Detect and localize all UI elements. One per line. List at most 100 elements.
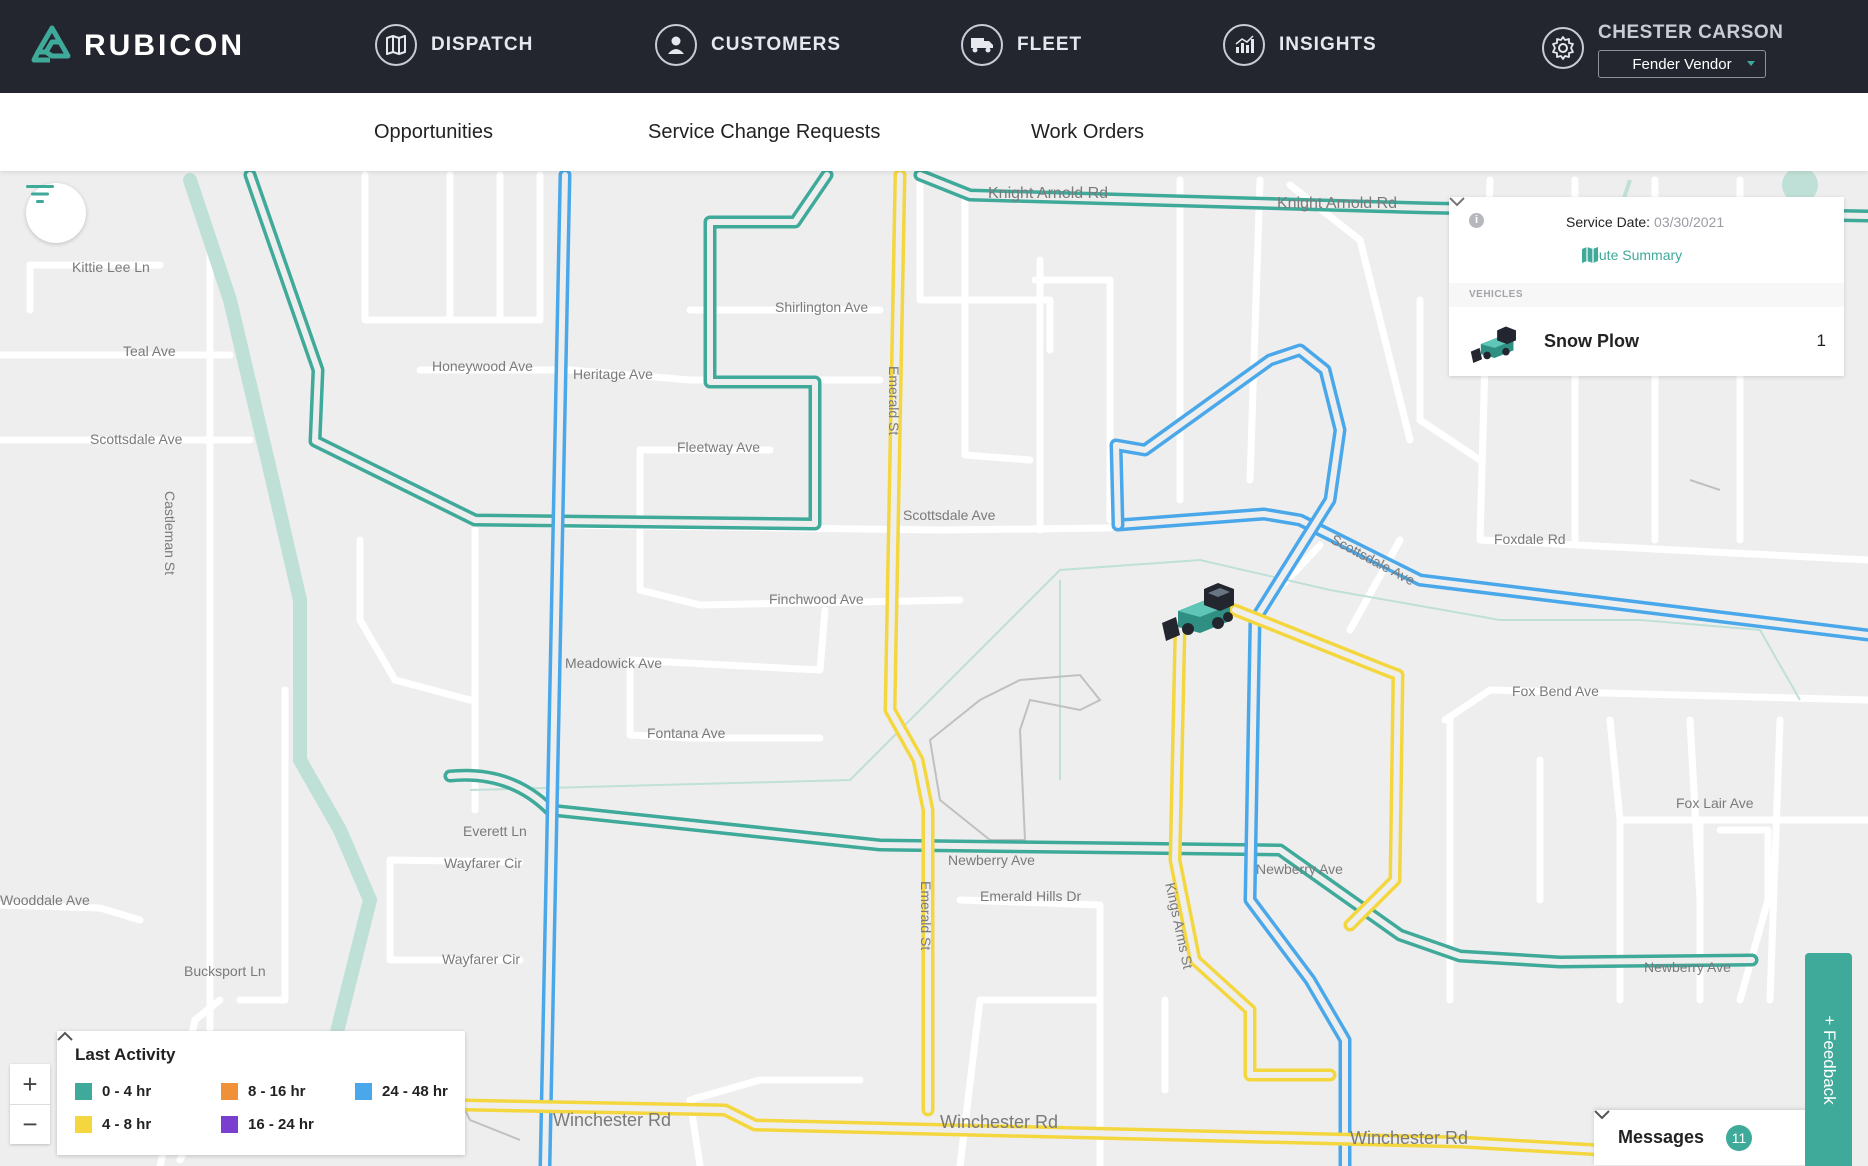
street-label: Emerald St (918, 881, 934, 951)
street-label: Emerald Hills Dr (980, 888, 1082, 904)
chevron-up-icon[interactable] (57, 1031, 73, 1041)
street-label: Newberry Ave (948, 852, 1035, 868)
user-icon (655, 24, 697, 66)
service-date-label: Service Date: (1566, 214, 1651, 230)
street-label: Fontana Ave (647, 725, 726, 741)
legend-label: 16 - 24 hr (248, 1116, 314, 1133)
feedback-tab[interactable]: + Feedback (1805, 953, 1852, 1166)
street-label: Wayfarer Cir (442, 951, 521, 967)
legend-item: 16 - 24 hr (221, 1116, 314, 1133)
legend-swatch (221, 1116, 238, 1133)
nav-fleet-label: FLEET (1017, 34, 1083, 55)
street-label: Finchwood Ave (769, 591, 864, 607)
snow-plow-icon (1470, 326, 1516, 363)
legend-item: 24 - 48 hr (355, 1083, 448, 1100)
legend-item: 4 - 8 hr (75, 1116, 151, 1133)
legend-swatch (75, 1116, 92, 1133)
street-label: Shirlington Ave (775, 299, 869, 315)
nav-dispatch[interactable]: DISPATCH (375, 24, 533, 66)
user-menu: CHESTER CARSON Fender Vendor (1542, 20, 1783, 78)
subnav-opportunities[interactable]: Opportunities (374, 121, 493, 144)
zoom-control: + − (10, 1064, 50, 1144)
route-summary-link[interactable]: Route Summary (1581, 247, 1682, 263)
legend-swatch (221, 1083, 238, 1100)
nav-insights[interactable]: INSIGHTS (1223, 24, 1377, 66)
street-label: Meadowick Ave (565, 655, 663, 671)
zoom-out-button[interactable]: − (10, 1104, 50, 1144)
chevron-down-icon (1594, 1110, 1610, 1120)
filter-icon (26, 185, 54, 203)
nav-insights-label: INSIGHTS (1279, 34, 1377, 55)
bar-chart-icon (1223, 24, 1265, 66)
street-label: Honeywood Ave (432, 358, 533, 374)
truck-icon (961, 24, 1003, 66)
top-nav: RUBICON DISPATCH CUSTOMERS FLEET INSIGHT… (0, 0, 1868, 93)
nav-customers[interactable]: CUSTOMERS (655, 24, 841, 66)
route-panel: i Service Date: 03/30/2021 Route Summary … (1449, 197, 1844, 376)
street-label: Heritage Ave (573, 366, 653, 382)
legend-swatch (355, 1083, 372, 1100)
gear-icon[interactable] (1542, 27, 1584, 69)
subnav-work-orders[interactable]: Work Orders (1031, 121, 1144, 144)
vehicles-heading: VEHICLES (1449, 283, 1844, 307)
street-label: Newberry Ave (1256, 861, 1343, 877)
last-activity-legend: Last Activity 0 - 4 hr 4 - 8 hr 8 - 16 h… (57, 1031, 465, 1155)
nav-customers-label: CUSTOMERS (711, 34, 842, 55)
street-label: Scottsdale Ave (90, 431, 183, 447)
brand-name: RUBICON (84, 29, 245, 62)
nav-dispatch-label: DISPATCH (431, 34, 534, 55)
zoom-in-button[interactable]: + (10, 1064, 50, 1104)
vehicle-count: 1 (1816, 331, 1826, 350)
messages-toggle[interactable]: Messages 11 (1594, 1110, 1830, 1165)
street-label: Bucksport Ln (184, 963, 266, 979)
legend-label: 8 - 16 hr (248, 1083, 306, 1100)
legend-label: 0 - 4 hr (102, 1083, 152, 1100)
vendor-select-value: Fender Vendor (1632, 55, 1732, 73)
street-label: Foxdale Rd (1494, 531, 1566, 547)
street-label: Everett Ln (463, 823, 527, 839)
info-icon[interactable]: i (1469, 213, 1484, 228)
street-label: Winchester Rd (1350, 1128, 1469, 1148)
rubicon-logo-icon (31, 25, 71, 63)
street-label: Kittie Lee Ln (72, 259, 150, 275)
map-icon (1582, 247, 1598, 263)
street-label: Emerald St (886, 366, 902, 436)
caret-down-icon (1747, 61, 1755, 66)
sub-nav: Opportunities Service Change Requests Wo… (0, 93, 1868, 171)
rubicon-logo[interactable]: RUBICON (30, 25, 245, 67)
nav-fleet[interactable]: FLEET (961, 24, 1082, 66)
street-label: Knight Arnold Rd (1277, 195, 1398, 212)
user-name: CHESTER CARSON (1598, 22, 1784, 43)
filter-button[interactable] (26, 183, 86, 243)
service-date: Service Date: 03/30/2021 (1566, 214, 1724, 230)
street-label: Fox Bend Ave (1512, 683, 1599, 699)
street-label: Fox Lair Ave (1676, 795, 1754, 811)
feedback-label: + Feedback (1819, 1014, 1839, 1105)
street-label: Newberry Ave (1644, 959, 1731, 975)
vendor-select[interactable]: Fender Vendor (1598, 50, 1766, 78)
legend-item: 0 - 4 hr (75, 1083, 151, 1100)
legend-label: 24 - 48 hr (382, 1083, 448, 1100)
map-canvas[interactable]: Kittie Lee Ln Teal Ave Scottsdale Ave Ca… (0, 171, 1868, 1166)
subnav-service-change-requests[interactable]: Service Change Requests (648, 121, 880, 144)
snow-plow-marker-icon[interactable] (1156, 571, 1242, 641)
street-label: Wooddale Ave (0, 892, 90, 908)
chevron-down-icon[interactable] (1449, 197, 1465, 207)
street-label: Fleetway Ave (677, 439, 761, 455)
vehicle-name: Snow Plow (1544, 331, 1640, 351)
messages-count-badge: 11 (1726, 1125, 1752, 1151)
street-label: Teal Ave (123, 343, 176, 359)
street-label: Winchester Rd (553, 1110, 672, 1130)
street-label: Winchester Rd (940, 1112, 1059, 1132)
vehicle-row[interactable]: Snow Plow 1 (1449, 307, 1844, 376)
street-label: Scottsdale Ave (903, 507, 996, 523)
legend-item: 8 - 16 hr (221, 1083, 306, 1100)
street-label: Wayfarer Cir (444, 855, 523, 871)
map-icon (375, 24, 417, 66)
messages-label: Messages (1618, 1127, 1705, 1147)
legend-swatch (75, 1083, 92, 1100)
street-label: Castleman St (162, 491, 178, 576)
legend-title: Last Activity (75, 1045, 176, 1064)
legend-label: 4 - 8 hr (102, 1116, 152, 1133)
service-date-value: 03/30/2021 (1654, 214, 1725, 230)
